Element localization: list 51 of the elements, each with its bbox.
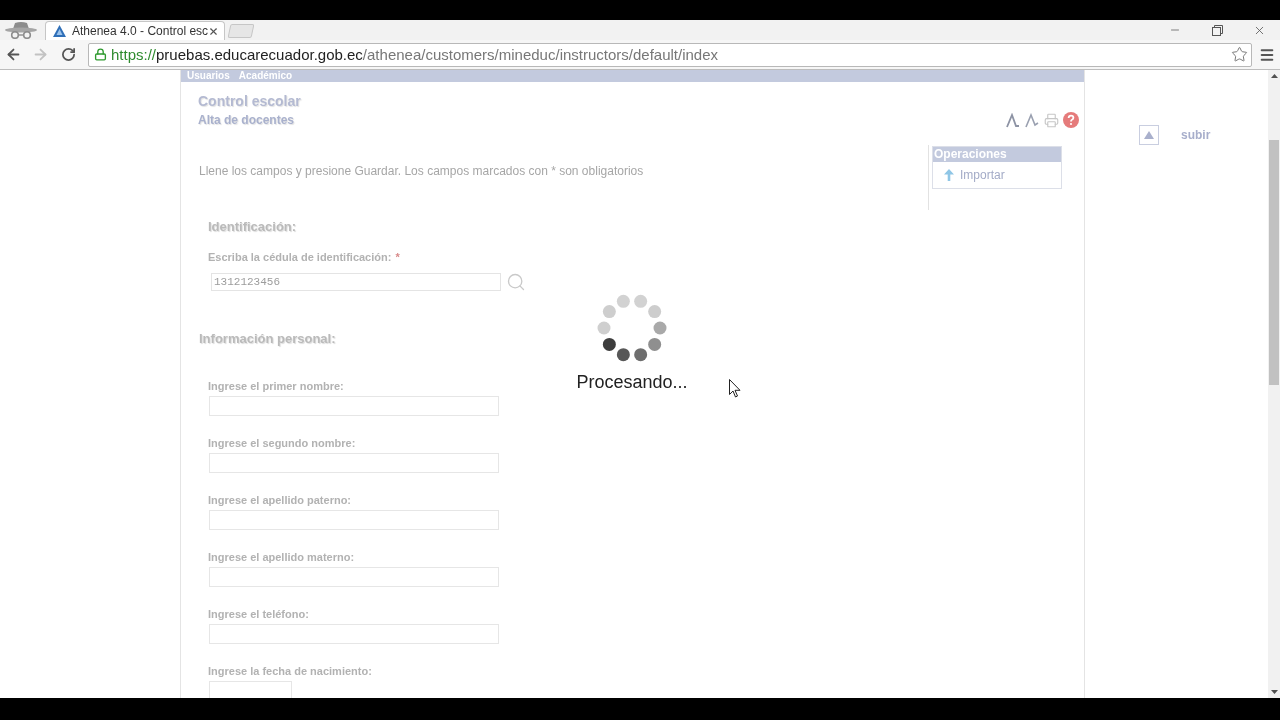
printer-icon[interactable] — [1044, 112, 1059, 128]
field-label: Ingrese el primer nombre: — [208, 379, 344, 393]
menu-item[interactable]: Académico — [238, 70, 293, 82]
loading-spinner-icon — [597, 294, 667, 362]
text-size-large-icon[interactable] — [1006, 112, 1021, 128]
menu-item[interactable]: Usuarios — [187, 70, 230, 82]
field-label: Ingrese el apellido materno: — [208, 550, 355, 564]
help-icon[interactable] — [1063, 112, 1079, 128]
text-field[interactable] — [209, 510, 499, 530]
field-label: Escriba la cédula de identificación: * — [208, 250, 400, 264]
close-icon[interactable] — [208, 25, 220, 37]
search-icon[interactable] — [506, 272, 526, 292]
mouse-pointer-icon — [729, 379, 741, 398]
id-number-field[interactable]: 1312123456 — [211, 273, 501, 291]
restore-icon — [1211, 24, 1223, 36]
scrollbar-thumb[interactable] — [1269, 140, 1279, 385]
instructions-text: Llene los campos y presione Guardar. Los campos marcados con * son obligatorios — [199, 164, 644, 178]
bookmark-star-icon[interactable] — [1231, 46, 1248, 63]
text-field[interactable] — [209, 453, 499, 473]
scroll-top-button[interactable] — [1139, 125, 1159, 145]
text-field[interactable] — [209, 396, 499, 416]
url-text: https://pruebas.educarecuador.gob.ec/athenea/customers/mineduc/instructors/default/index — [111, 45, 719, 64]
reload-icon — [60, 47, 76, 62]
scroll-top-link[interactable]: subir — [1181, 128, 1211, 142]
text-size-small-icon[interactable] — [1025, 112, 1040, 128]
lock-icon — [94, 48, 107, 61]
field-label: Ingrese el teléfono: — [208, 607, 309, 621]
page-subtitle: Alta de docentes — [198, 112, 295, 129]
scroll-up-arrow-icon[interactable] — [1270, 74, 1278, 78]
page-title: Control escolar — [198, 92, 301, 111]
browser-tab[interactable]: Athenea 4.0 - Control esc — [45, 21, 225, 40]
field-label: Ingrese el apellido paterno: — [208, 493, 352, 507]
scroll-down-arrow-icon[interactable] — [1270, 690, 1278, 694]
section-title: Información personal: — [199, 330, 336, 348]
operation-link[interactable]: Importar — [933, 162, 1061, 188]
up-triangle-icon — [1144, 131, 1154, 139]
loading-message: Procesando... — [576, 371, 688, 393]
triangle-logo-icon — [52, 24, 67, 38]
hat-and-glasses-icon — [4, 21, 38, 39]
field-label: Ingrese el segundo nombre: — [208, 436, 356, 450]
up-arrow-icon — [943, 168, 955, 182]
text-field[interactable] — [209, 624, 499, 644]
tab-title: Athenea 4.0 - Control esc — [72, 24, 209, 38]
operations-header: Operaciones — [933, 147, 1061, 162]
address-bar[interactable]: https://pruebas.educarecuador.gob.ec/athenea/customers/mineduc/instructors/default/index — [88, 42, 1252, 67]
new-tab-button[interactable] — [227, 24, 255, 38]
field-label: Ingrese la fecha de nacimiento: — [208, 664, 372, 678]
operation-label[interactable]: Importar — [960, 168, 1005, 182]
section-title: Identificación: — [208, 218, 297, 236]
menu-icon — [1259, 46, 1275, 63]
text-field[interactable] — [209, 567, 499, 587]
